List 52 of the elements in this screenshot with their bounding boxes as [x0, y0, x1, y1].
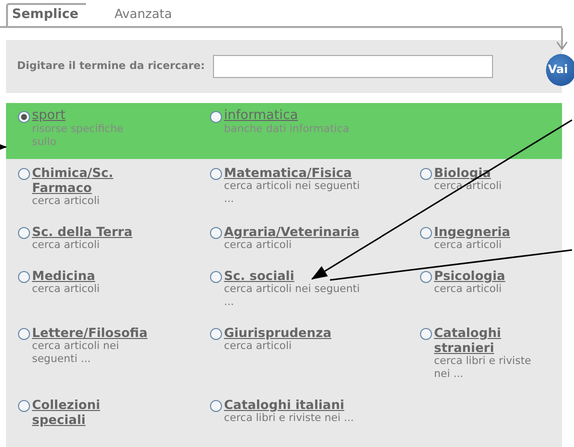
- category-link[interactable]: Lettere/Filosofia: [32, 325, 152, 340]
- category-link[interactable]: informatica: [224, 108, 350, 123]
- category-description: cerca articoli: [32, 195, 101, 208]
- radio-button[interactable]: [18, 168, 30, 180]
- search-label: Digitare il termine da ricercare:: [17, 58, 205, 74]
- tab[interactable]: Semplice: [6, 2, 86, 26]
- category-link[interactable]: sport: [32, 108, 142, 123]
- radio-button[interactable]: [210, 271, 222, 283]
- radio-button[interactable]: [420, 227, 432, 239]
- radio-button[interactable]: [210, 111, 222, 123]
- category-description: cerca articoli: [224, 340, 293, 353]
- down-arrow-icon: [556, 28, 568, 50]
- category-description: cerca articoli nei seguenti ...: [224, 283, 361, 309]
- annotation-arrow: [0, 143, 7, 151]
- radio-button[interactable]: [420, 168, 432, 180]
- category-link[interactable]: Giurisprudenza: [224, 325, 332, 340]
- category-link[interactable]: Cataloghi italiani: [224, 397, 354, 412]
- tab[interactable]: Avanzata: [110, 5, 180, 26]
- category-description: cerca libri e riviste nei ...: [434, 355, 532, 381]
- category-description: cerca articoli: [434, 239, 503, 252]
- category-link[interactable]: Sc. della Terra: [32, 224, 132, 239]
- radio-button[interactable]: [18, 111, 30, 123]
- category-link[interactable]: Sc. sociali: [224, 268, 364, 283]
- category-link[interactable]: Matematica/Fisica: [224, 165, 364, 180]
- category-description: cerca articoli: [32, 283, 100, 296]
- category-link[interactable]: Agraria/Veterinaria: [224, 224, 360, 239]
- search-field[interactable]: [212, 55, 493, 78]
- category-description: cerca articoli nei seguenti ...: [32, 340, 120, 366]
- category-link[interactable]: Psicologia: [434, 268, 506, 283]
- category-description: cerca articoli: [434, 180, 502, 193]
- category-description: cerca articoli: [434, 283, 503, 296]
- radio-button[interactable]: [420, 328, 432, 340]
- radio-button[interactable]: [420, 271, 432, 283]
- category-link[interactable]: Cataloghi stranieri: [434, 325, 544, 355]
- category-description: cerca articoli: [32, 239, 101, 252]
- radio-button[interactable]: [18, 227, 30, 239]
- category-link[interactable]: Medicina: [32, 268, 100, 283]
- radio-button[interactable]: [210, 168, 222, 180]
- category-description: cerca articoli nei seguenti ...: [224, 180, 361, 206]
- radio-button[interactable]: [210, 227, 222, 239]
- category-link[interactable]: Chimica/Sc. Farmaco: [32, 165, 152, 195]
- category-description: banche dati informatica: [224, 123, 350, 136]
- radio-button[interactable]: [18, 271, 30, 283]
- radio-button[interactable]: [210, 328, 222, 340]
- category-description: cerca libri e riviste nei ...: [224, 412, 354, 425]
- category-description: risorse specifiche sullo: [32, 123, 125, 149]
- radio-button[interactable]: [210, 400, 222, 412]
- category-link[interactable]: Ingegneria: [434, 224, 510, 239]
- radio-button[interactable]: [18, 400, 30, 412]
- category-description: cerca articoli: [224, 239, 293, 252]
- category-link[interactable]: Collezioni speciali: [32, 397, 152, 427]
- radio-button[interactable]: [18, 328, 30, 340]
